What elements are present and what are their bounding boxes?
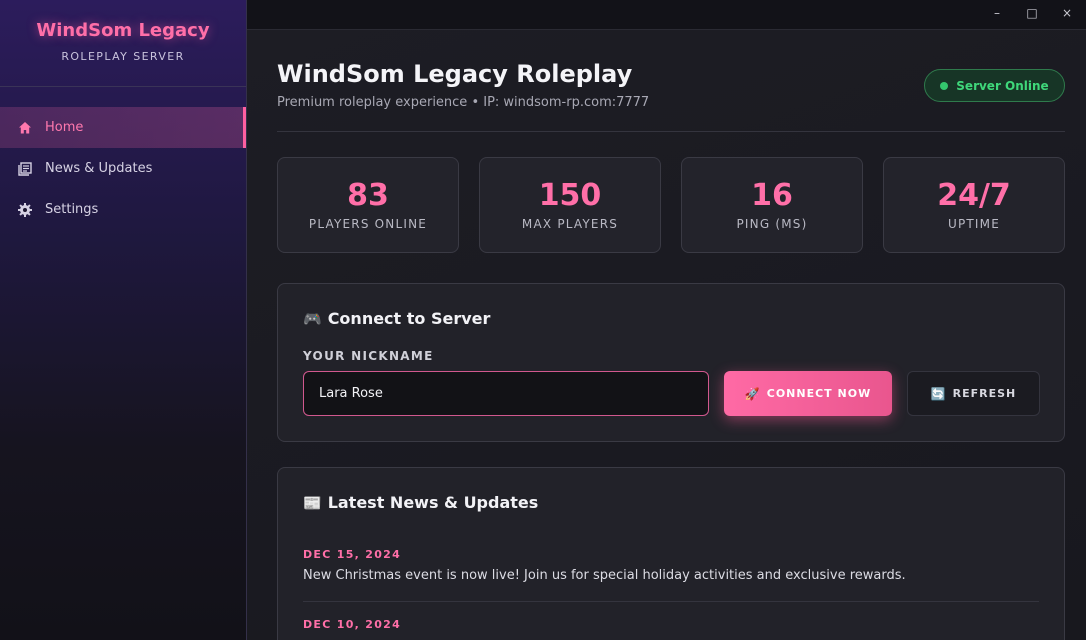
rocket-icon: 🚀 xyxy=(744,386,761,401)
connect-title-text: Connect to Server xyxy=(327,309,491,328)
maximize-button[interactable]: □ xyxy=(1020,4,1044,22)
brand-subtitle: ROLEPLAY SERVER xyxy=(61,50,185,63)
brand: WindSom Legacy ROLEPLAY SERVER xyxy=(0,0,246,87)
stat-value: 16 xyxy=(751,178,793,213)
main-content: WindSom Legacy Roleplay Premium roleplay… xyxy=(247,30,1086,640)
stat-value: 83 xyxy=(347,178,389,213)
news-text: New Christmas event is now live! Join us… xyxy=(303,568,906,583)
connect-card: 🎮 Connect to Server YOUR NICKNAME 🚀 CONN… xyxy=(277,283,1065,442)
sidebar-item-news[interactable]: News & Updates xyxy=(0,148,246,189)
news-item: DEC 10, 2024 xyxy=(303,618,1039,638)
sidebar-item-label: Home xyxy=(45,120,84,135)
stat-label: MAX PLAYERS xyxy=(521,217,619,231)
news-item: DEC 15, 2024 New Christmas event is now … xyxy=(303,548,1039,583)
page-title: WindSom Legacy Roleplay xyxy=(277,60,633,88)
connect-button-label: CONNECT NOW xyxy=(766,387,872,400)
page-subtitle: Premium roleplay experience • IP: windso… xyxy=(277,95,650,110)
news-card: 📰 Latest News & Updates DEC 15, 2024 New… xyxy=(277,467,1065,640)
stat-card-max-players: 150 MAX PLAYERS xyxy=(479,157,661,253)
status-text: Server Online xyxy=(956,78,1049,93)
nickname-input[interactable] xyxy=(303,371,709,416)
header-divider xyxy=(277,131,1065,132)
news-divider xyxy=(303,601,1039,602)
sidebar-item-home[interactable]: Home xyxy=(0,107,246,148)
news-date: DEC 15, 2024 xyxy=(303,548,402,561)
newspaper-icon: 📰 xyxy=(303,493,322,512)
connect-now-button[interactable]: 🚀 CONNECT NOW xyxy=(724,371,892,416)
nickname-label: YOUR NICKNAME xyxy=(303,349,434,363)
stat-card-uptime: 24/7 UPTIME xyxy=(883,157,1065,253)
window-titlebar: – □ × xyxy=(247,0,1086,30)
stat-label: UPTIME xyxy=(947,217,1001,231)
stat-label: PLAYERS ONLINE xyxy=(308,217,428,231)
minimize-button[interactable]: – xyxy=(985,4,1009,22)
refresh-button-label: REFRESH xyxy=(952,387,1017,400)
news-title-text: Latest News & Updates xyxy=(327,493,539,512)
close-button[interactable]: × xyxy=(1055,4,1079,22)
brand-title: WindSom Legacy xyxy=(36,20,210,41)
news-card-title: 📰 Latest News & Updates xyxy=(303,493,538,512)
sidebar-item-label: News & Updates xyxy=(45,161,153,176)
stat-value: 24/7 xyxy=(937,178,1011,213)
news-date: DEC 10, 2024 xyxy=(303,618,402,631)
stat-card-ping: 16 PING (MS) xyxy=(681,157,863,253)
status-dot-icon xyxy=(940,81,949,90)
connect-card-title: 🎮 Connect to Server xyxy=(303,309,490,328)
sidebar: WindSom Legacy ROLEPLAY SERVER Home News… xyxy=(0,0,247,640)
gear-icon xyxy=(17,202,33,218)
refresh-button[interactable]: 🔄 REFRESH xyxy=(907,371,1040,416)
sidebar-item-settings[interactable]: Settings xyxy=(0,189,246,230)
gamepad-icon: 🎮 xyxy=(303,309,322,328)
sidebar-item-label: Settings xyxy=(45,202,99,217)
server-status-badge: Server Online xyxy=(924,69,1065,102)
home-icon xyxy=(17,120,33,136)
stat-label: PING (MS) xyxy=(736,217,808,231)
stat-value: 150 xyxy=(538,178,602,213)
newspaper-icon xyxy=(17,161,33,177)
stat-card-players-online: 83 PLAYERS ONLINE xyxy=(277,157,459,253)
refresh-icon: 🔄 xyxy=(930,386,947,401)
sidebar-nav: Home News & Updates Settings xyxy=(0,87,246,230)
